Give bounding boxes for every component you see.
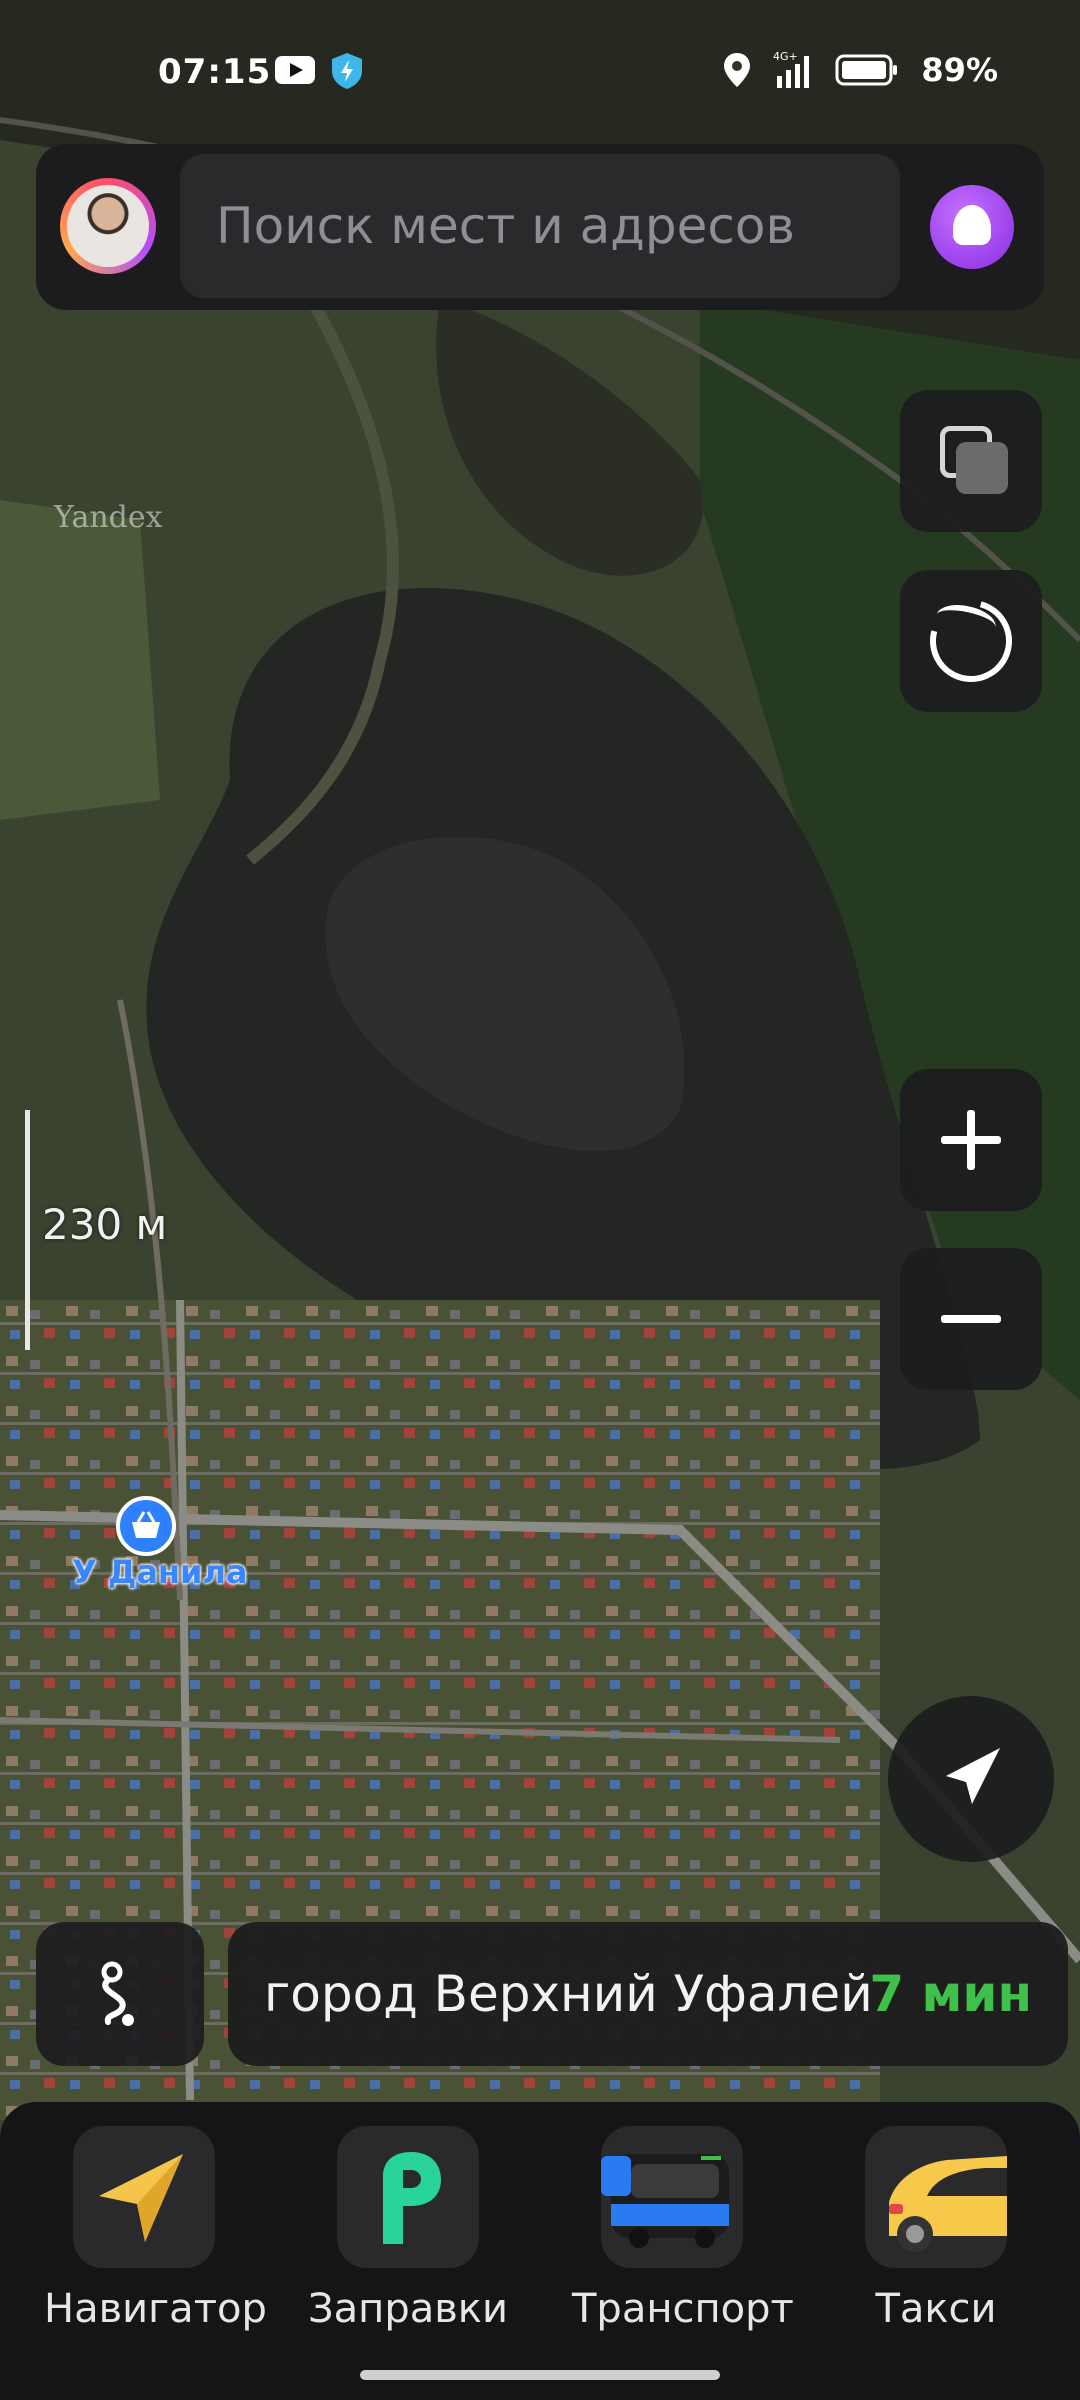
status-time: 07:15 (158, 52, 272, 92)
fuel-icon (337, 2126, 479, 2268)
zoom-out-icon (941, 1315, 1001, 1323)
battery-icon (835, 54, 898, 86)
taxi-icon (865, 2126, 1007, 2268)
locate-arrow-icon (946, 1748, 1000, 1804)
poi-label[interactable]: У Данила (72, 1553, 247, 1591)
network-label: 4G+ (773, 50, 798, 63)
profile-photo (67, 185, 149, 267)
routes-button[interactable] (36, 1922, 204, 2066)
scale-label: 230 м (42, 1200, 168, 1249)
basket-icon[interactable] (116, 1496, 176, 1556)
youtube-icon (275, 56, 315, 84)
destination-panel[interactable]: город Верхний Уфалей 7 мин (228, 1922, 1068, 2066)
navigator-icon (73, 2126, 215, 2268)
bus-icon (601, 2126, 743, 2268)
service-taxi[interactable]: Такси (836, 2126, 1036, 2332)
signal-icon: 4G+ (773, 50, 810, 88)
battery-percent: 89% (921, 51, 998, 89)
location-pin-icon (724, 53, 751, 87)
map-watermark: Yandex (54, 500, 163, 535)
shield-icon (332, 53, 362, 89)
travel-time: 7 мин (869, 1965, 1032, 2023)
service-label: Навигатор (44, 2286, 267, 2332)
service-label: Транспорт (572, 2286, 794, 2332)
destination-name: город Верхний Уфалей (264, 1965, 873, 2023)
scale-bar (25, 1110, 30, 1350)
status-bar: 07:15 4G+ 89% (0, 40, 1080, 104)
ar-icon (914, 584, 1028, 698)
my-location-button[interactable] (888, 1696, 1054, 1862)
routes-icon (101, 1961, 134, 2026)
ar-view-button[interactable] (900, 570, 1042, 712)
zoom-out-button[interactable] (900, 1248, 1042, 1390)
search-input[interactable]: Поиск мест и адресов (180, 154, 900, 298)
layers-button[interactable] (900, 390, 1042, 532)
avatar[interactable] (60, 178, 156, 274)
zoom-in-button[interactable] (900, 1069, 1042, 1211)
alice-assistant-button[interactable] (930, 185, 1014, 269)
alice-icon (953, 205, 991, 245)
service-transit[interactable]: Транспорт (572, 2126, 794, 2332)
home-indicator[interactable] (360, 2370, 720, 2380)
service-navigator[interactable]: Навигатор (44, 2126, 267, 2332)
service-fuel[interactable]: Заправки (308, 2126, 508, 2332)
service-label: Заправки (308, 2286, 508, 2332)
service-label: Такси (875, 2286, 997, 2332)
